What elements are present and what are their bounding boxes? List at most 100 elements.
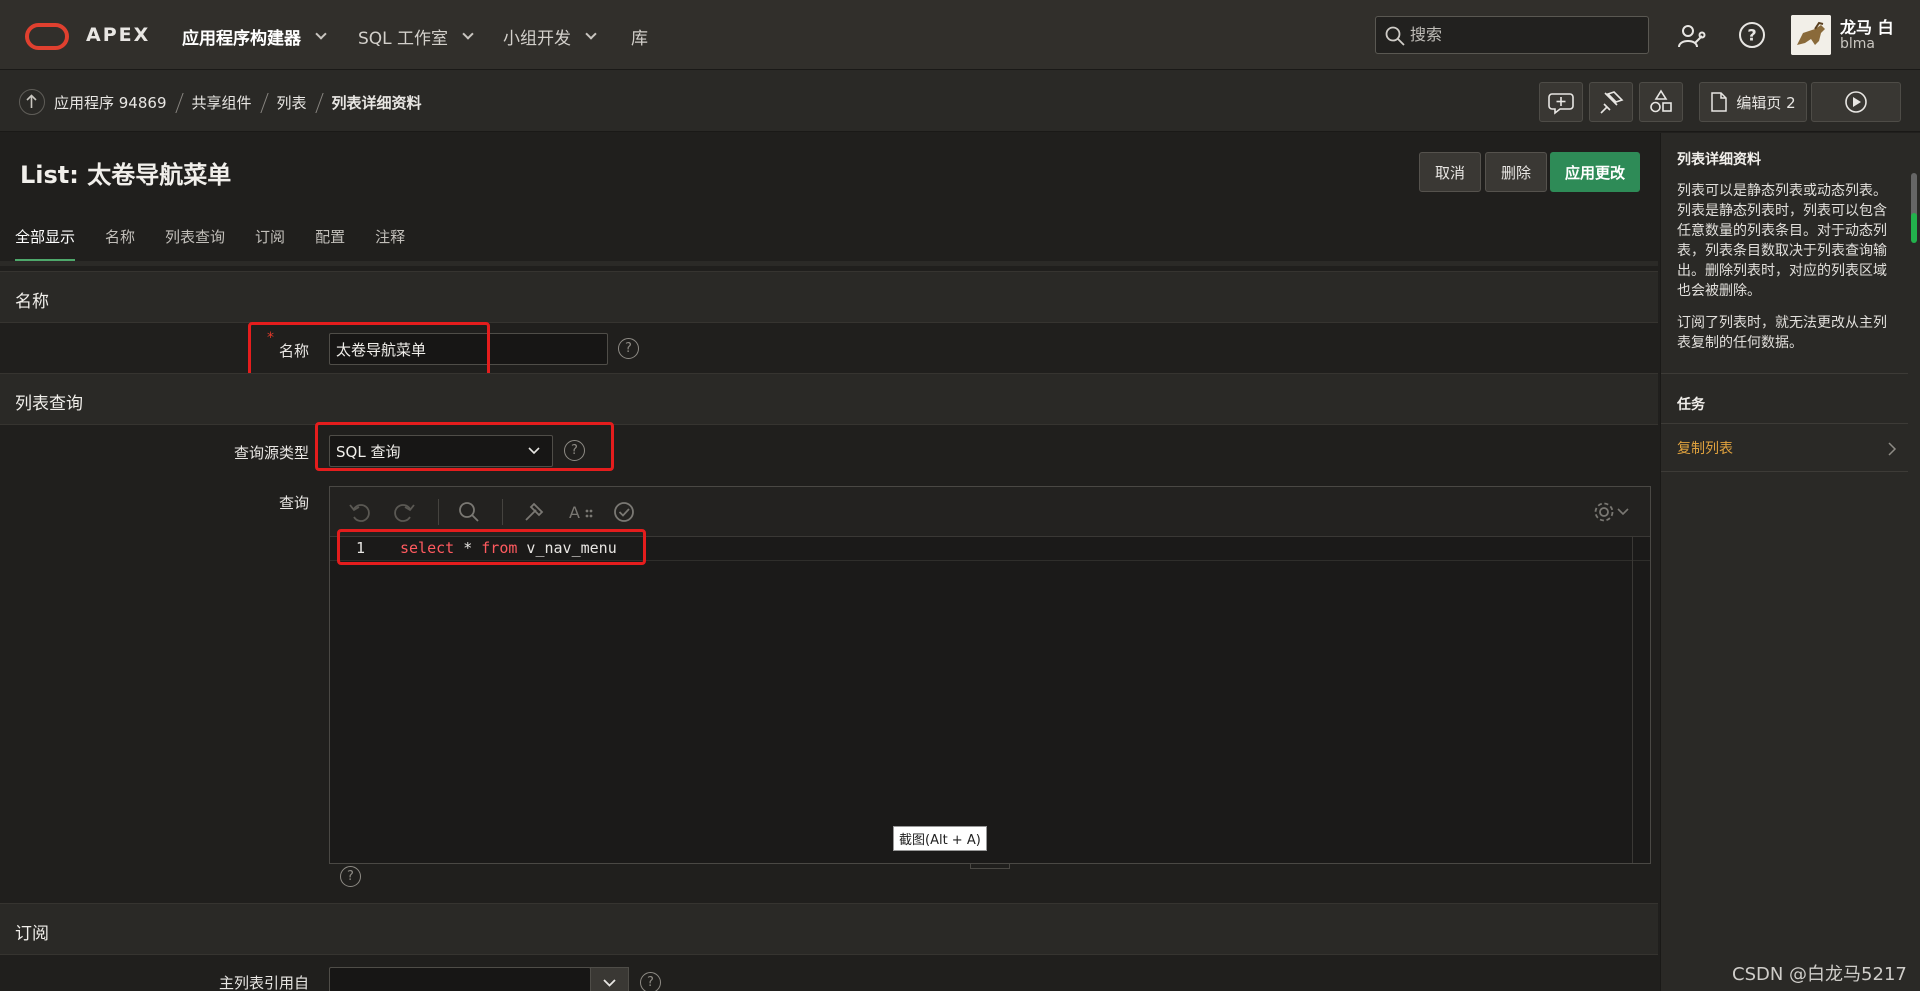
sidebar-divider	[1661, 423, 1909, 424]
top-navigation-bar: APEX 应用程序构建器 SQL 工作室 小组开发 库 ? 龙马 白 blma	[0, 0, 1920, 70]
nav-gallery[interactable]: 库	[631, 24, 648, 49]
breadcrumb: 应用程序 94869 共享组件 列表 列表详细资料	[54, 92, 422, 113]
nav-sql-workshop[interactable]: SQL 工作室	[358, 24, 474, 49]
section-header-list-query: 列表查询	[0, 373, 1658, 425]
main-content: List: 太卷导航菜单 取消 删除 应用更改 全部显示 名称 列表查询 订阅 …	[0, 133, 1658, 991]
help-icon[interactable]: ?	[618, 338, 639, 359]
master-list-field[interactable]	[329, 967, 591, 991]
edit-page-button[interactable]: 编辑页 2	[1699, 82, 1807, 122]
chevron-down-icon	[315, 28, 327, 40]
redo-icon[interactable]	[392, 501, 416, 523]
toolbar-separator	[502, 499, 503, 525]
breadcrumb-app[interactable]: 应用程序 94869	[54, 92, 167, 113]
find-icon[interactable]	[457, 500, 481, 524]
delete-button[interactable]: 删除	[1485, 152, 1547, 192]
oracle-logo-icon[interactable]	[25, 23, 69, 50]
page-title: List: 太卷导航菜单	[20, 161, 232, 189]
section-title-subscription: 订阅	[15, 924, 49, 944]
nav-gallery-label: 库	[631, 29, 648, 49]
tab-divider	[0, 261, 1658, 266]
chevron-right-icon	[1888, 442, 1897, 456]
help-icon[interactable]: ?	[340, 866, 361, 887]
nav-team-dev[interactable]: 小组开发	[503, 24, 597, 49]
toolbar-separator	[438, 499, 439, 525]
page-scrollbar[interactable]	[1908, 133, 1920, 991]
edit-page-label: 编辑页 2	[1736, 93, 1796, 112]
validate-check-icon[interactable]	[612, 500, 636, 524]
cancel-button[interactable]: 取消	[1419, 152, 1481, 192]
chevron-down-icon	[462, 28, 474, 40]
arrow-up-icon	[26, 94, 37, 108]
screenshot-tooltip: 截图(Alt + A)	[893, 826, 987, 851]
search-input[interactable]	[1410, 25, 1630, 44]
highlight-annotation	[337, 529, 646, 565]
shapes-icon	[1650, 89, 1672, 113]
tab-subscription[interactable]: 订阅	[255, 226, 285, 262]
horse-avatar-icon	[1791, 15, 1831, 55]
undo-icon[interactable]	[348, 501, 372, 523]
tab-name[interactable]: 名称	[105, 226, 135, 262]
highlight-annotation	[248, 322, 490, 379]
sidebar-paragraph: 列表可以是静态列表或动态列表。列表是静态列表时，列表可以包含任意数量的列表条目。…	[1677, 183, 1887, 299]
sidebar-tasks-title: 任务	[1677, 397, 1705, 413]
play-icon	[1845, 91, 1867, 113]
editor-scrollbar[interactable]	[1632, 537, 1650, 863]
nav-app-builder-label: 应用程序构建器	[182, 29, 301, 49]
svg-text:?: ?	[1747, 26, 1756, 45]
apex-brand[interactable]: APEX	[86, 24, 150, 46]
breadcrumb-lists[interactable]: 列表	[277, 92, 307, 113]
up-arrow-button[interactable]	[19, 89, 45, 115]
help-icon[interactable]: ?	[640, 972, 661, 991]
run-page-button[interactable]	[1811, 82, 1901, 122]
editor-resize-handle[interactable]	[970, 863, 1010, 869]
breadcrumb-list-details: 列表详细资料	[331, 94, 422, 112]
section-title-list-query: 列表查询	[15, 394, 83, 414]
tab-list-query[interactable]: 列表查询	[165, 226, 225, 262]
nav-app-builder[interactable]: 应用程序构建器	[182, 24, 327, 49]
breadcrumb-separator	[314, 92, 324, 113]
section-title-name: 名称	[15, 292, 49, 312]
feedback-button[interactable]	[1539, 82, 1583, 122]
search-icon	[1385, 26, 1405, 46]
help-icon[interactable]: ?	[1738, 21, 1766, 49]
tab-show-all[interactable]: 全部显示	[15, 226, 76, 262]
highlight-annotation	[315, 422, 614, 471]
chevron-down-icon	[603, 979, 616, 987]
hammer-icon[interactable]	[522, 500, 546, 524]
admin-user-wrench-icon[interactable]	[1676, 21, 1706, 51]
comment-plus-icon	[1548, 93, 1574, 115]
pin-icon	[1600, 91, 1624, 114]
sidebar-divider	[1661, 471, 1909, 472]
settings-gear-icon[interactable]	[1592, 500, 1632, 524]
sidebar-title: 列表详细资料	[1677, 152, 1761, 168]
autocomplete-icon[interactable]: A	[568, 500, 594, 524]
breadcrumb-separator	[174, 92, 184, 113]
section-header-subscription: 订阅	[0, 903, 1658, 955]
chevron-down-icon	[585, 28, 597, 40]
breadcrumb-shared-components[interactable]: 共享组件	[192, 92, 252, 113]
master-list-label: 主列表引用自	[219, 974, 310, 991]
nav-sql-workshop-label: SQL 工作室	[358, 29, 449, 49]
watermark: CSDN @白龙马5217	[1732, 964, 1907, 985]
user-id: blma	[1840, 36, 1875, 52]
breadcrumb-separator	[259, 92, 269, 113]
master-list-lov-button[interactable]	[590, 967, 629, 991]
section-header-name: 名称	[0, 271, 1658, 323]
task-copy-list-link[interactable]: 复制列表	[1677, 438, 1733, 458]
shared-components-button[interactable]	[1639, 82, 1683, 122]
avatar[interactable]	[1791, 15, 1831, 55]
team-dev-button[interactable]	[1589, 82, 1633, 122]
tab-comments[interactable]: 注释	[375, 226, 405, 262]
nav-team-dev-label: 小组开发	[503, 29, 571, 49]
svg-text:A: A	[569, 503, 580, 522]
tab-bar: 全部显示 名称 列表查询 订阅 配置 注释	[15, 226, 405, 262]
sidebar-divider	[1661, 373, 1909, 374]
apply-changes-button[interactable]: 应用更改	[1550, 152, 1640, 192]
query-label: 查询	[279, 494, 310, 512]
document-edit-icon	[1711, 92, 1728, 112]
help-sidebar: 列表详细资料 列表可以是静态列表或动态列表。列表是静态列表时，列表可以包含任意数…	[1660, 133, 1909, 991]
scrollbar-indicator	[1911, 213, 1917, 243]
tab-configuration[interactable]: 配置	[315, 226, 345, 262]
search-box[interactable]	[1375, 16, 1649, 54]
user-display-name[interactable]: 龙马 白	[1840, 14, 1894, 38]
